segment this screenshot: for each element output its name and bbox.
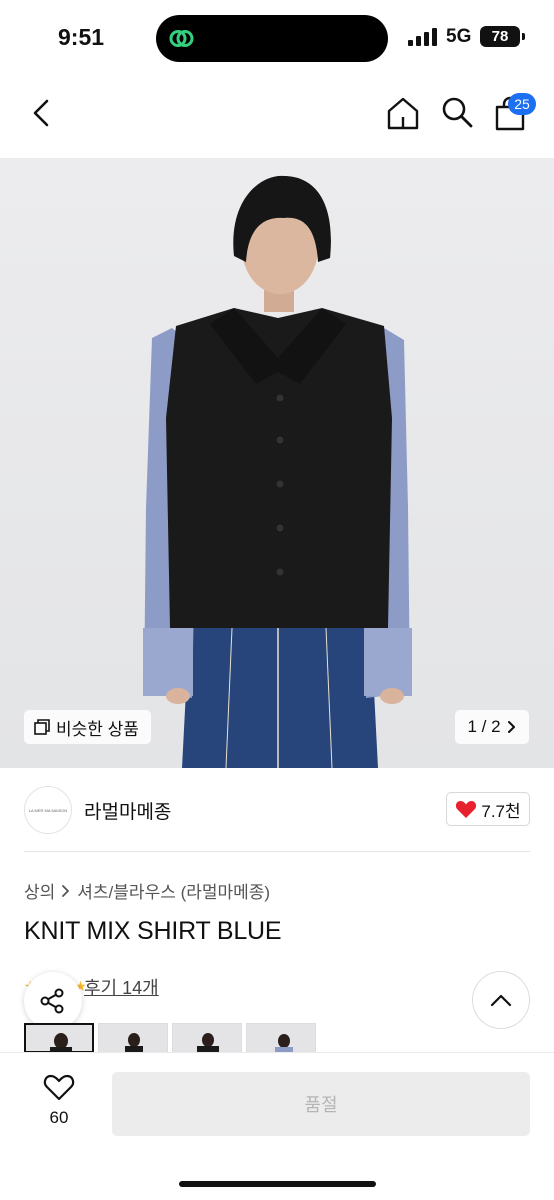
dynamic-island (156, 15, 388, 62)
chevron-right-icon (507, 721, 515, 733)
breadcrumb-subcategory[interactable]: 셔츠/블라우스 (라멀마메종) (77, 878, 270, 903)
brand-logo[interactable]: LA MER MA MAISON (24, 786, 72, 834)
chevron-up-icon (490, 994, 512, 1007)
status-time: 9:51 (58, 24, 105, 50)
breadcrumb-category[interactable]: 상의 (24, 878, 55, 903)
wishlist-count: 60 (49, 1108, 69, 1127)
thumbnail-image (197, 1033, 219, 1052)
thumbnail[interactable] (246, 1023, 316, 1053)
brand-like-button[interactable]: 7.7천 (446, 792, 530, 826)
similar-products-label: 비슷한 상품 (56, 719, 139, 739)
breadcrumb: 상의 셔츠/블라우스 (라멀마메종) (24, 878, 270, 903)
brand-row: LA MER MA MAISON 라멀마메종 7.7천 (0, 768, 554, 852)
product-photo (143, 175, 412, 768)
similar-icon (34, 719, 50, 735)
thumbnail[interactable] (172, 1023, 242, 1053)
brand-name[interactable]: 라멀마메종 (84, 797, 171, 824)
product-title: KNIT MIX SHIRT BLUE (24, 917, 282, 945)
brand-logo-text: LA MER MA MAISON (28, 807, 68, 813)
home-icon[interactable] (385, 95, 421, 131)
home-indicator (179, 1181, 376, 1187)
back-icon[interactable] (26, 96, 60, 130)
status-bar: 9:51 5G 78 (0, 0, 554, 78)
signal-icon (408, 28, 437, 46)
image-pager[interactable]: 1 / 2 (455, 710, 529, 744)
heart-filled-icon (456, 801, 477, 818)
thumbnail[interactable] (24, 1023, 94, 1053)
heart-outline-icon (43, 1074, 75, 1101)
battery-icon: 78 (480, 26, 525, 47)
scroll-top-button[interactable] (472, 971, 530, 1029)
sold-out-button[interactable]: 품절 (112, 1072, 530, 1136)
wishlist-button[interactable]: 60 (34, 1073, 84, 1128)
review-link[interactable]: 후기 14개 (84, 974, 159, 1000)
brand-like-count: 7.7천 (481, 801, 521, 821)
bottom-action-bar: 60 품절 (0, 1052, 554, 1200)
thumbnail-image (275, 1034, 293, 1052)
thumbnail-strip (24, 1023, 316, 1053)
app-activity-icon (169, 30, 194, 47)
thumbnail-image (50, 1033, 72, 1051)
thumbnail-image (125, 1033, 143, 1052)
share-icon (40, 988, 64, 1014)
cart-count-badge: 25 (508, 93, 536, 115)
share-button[interactable] (24, 972, 82, 1030)
network-type: 5G (446, 26, 472, 47)
similar-products-button[interactable]: 비슷한 상품 (24, 710, 151, 744)
top-nav: 25 (0, 78, 554, 158)
divider (24, 851, 530, 852)
image-pager-label: 1 / 2 (467, 717, 501, 736)
product-image-carousel[interactable]: 비슷한 상품 1 / 2 (0, 158, 554, 768)
search-icon[interactable] (440, 95, 474, 129)
chevron-right-icon (62, 884, 70, 897)
thumbnail[interactable] (98, 1023, 168, 1053)
